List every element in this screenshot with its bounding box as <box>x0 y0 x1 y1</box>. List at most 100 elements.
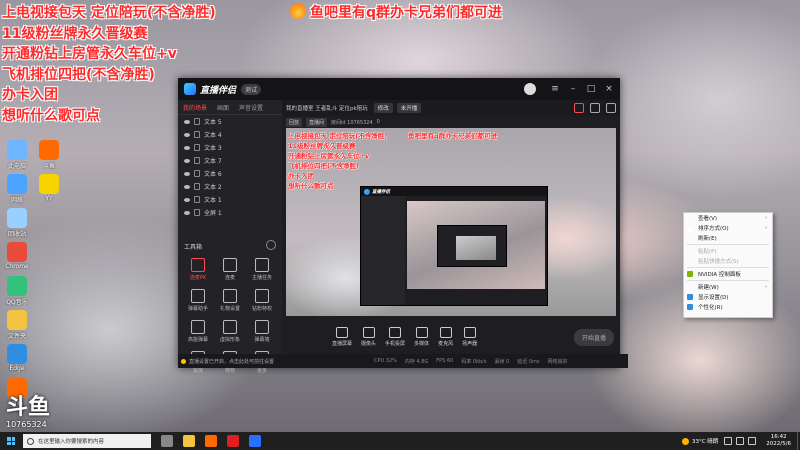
source-control[interactable]: 摄像头 <box>361 327 376 347</box>
source-control[interactable]: 直播屏幕 <box>332 327 352 347</box>
visibility-eye-icon[interactable] <box>184 210 190 215</box>
scene-item[interactable]: 文本 6 <box>178 167 282 180</box>
media-icon <box>415 327 428 338</box>
douyu-logo-badge: 斗鱼 10765324 <box>6 396 58 430</box>
douyu-icon[interactable] <box>205 435 217 447</box>
settings-notice-text: 直播设置已开启，点击此处可前往设置 <box>189 358 275 365</box>
visibility-eye-icon[interactable] <box>184 119 190 124</box>
lock-icon[interactable] <box>194 131 200 138</box>
stream-preview[interactable]: 上电视接包天 定位陪玩(不含净胜) 11级粉丝牌永久晋级赛 开通粉钻上房管永久车位+… <box>286 128 616 316</box>
scene-item[interactable]: 文本 2 <box>178 180 282 193</box>
context-menu-item[interactable]: 排序方式(O) › <box>684 223 772 233</box>
task-view-icon[interactable] <box>161 435 173 447</box>
source-control[interactable]: 多媒体 <box>414 327 429 347</box>
edit-title-button[interactable]: 修改 <box>373 103 393 113</box>
lock-icon[interactable] <box>194 144 200 151</box>
scene-item[interactable]: 文本 3 <box>178 141 282 154</box>
desktop-icon[interactable]: Edge <box>2 344 32 372</box>
network-icon[interactable] <box>736 437 745 445</box>
visibility-eye-icon[interactable] <box>184 184 190 189</box>
app-titlebar[interactable]: 直播伴侣 测试 ≡ – □ × <box>178 78 620 100</box>
taskbar-search[interactable]: 在这里输入你要搜索的内容 <box>23 434 151 448</box>
notification-icon[interactable] <box>574 103 584 113</box>
volume-icon[interactable] <box>748 437 757 445</box>
weather-icon[interactable] <box>681 437 689 445</box>
context-menu-item[interactable]: 查看(V) › <box>684 213 772 223</box>
scene-item[interactable]: 文本 4 <box>178 128 282 141</box>
toolbox-tool[interactable]: 连麦PK <box>182 258 214 281</box>
scene-tab[interactable]: 我的场景 <box>178 103 212 112</box>
toolbox-tool[interactable]: 弹幕墙 <box>246 320 278 343</box>
close-icon[interactable]: × <box>604 84 614 94</box>
lock-icon[interactable] <box>194 196 200 203</box>
toolbox-tool[interactable]: 钻粉特权 <box>246 289 278 312</box>
room-button[interactable]: 直播间 <box>306 117 328 127</box>
desktop-icon[interactable]: 文件夹 <box>2 310 32 340</box>
gift-icon[interactable] <box>590 103 600 113</box>
source-control[interactable]: 扬声器 <box>462 327 477 347</box>
toolbox-tool[interactable]: 连麦 <box>214 258 246 281</box>
app-name: 直播伴侣 <box>200 85 237 96</box>
desktop-icon[interactable]: QQ音乐 <box>2 276 32 306</box>
scene-item-label: 文本 5 <box>204 119 222 126</box>
context-menu-item[interactable]: 刷新(E) <box>684 233 772 243</box>
desktop-icon[interactable]: Chrome <box>2 242 32 270</box>
user-avatar[interactable] <box>524 83 536 95</box>
windows-start-icon[interactable] <box>7 437 15 445</box>
toolbox-tool[interactable]: 高能弹幕 <box>182 320 214 343</box>
settings-notice[interactable]: 直播设置已开启，点击此处可前往设置 <box>178 354 288 368</box>
lock-icon[interactable] <box>194 183 200 190</box>
clock[interactable]: 16:42 2022/5/6 <box>766 434 791 448</box>
scene-item[interactable]: 文本 5 <box>178 115 282 128</box>
context-menu-item[interactable]: NVIDIA 控制面板 <box>684 269 772 279</box>
toolbox-more-icon[interactable] <box>266 240 276 250</box>
status-item: CPU 32% <box>374 358 397 364</box>
toolbox-tool[interactable]: 虚拟形象 <box>214 320 246 343</box>
weather-text[interactable]: 33°C 晴朗 <box>692 437 718 445</box>
source-control[interactable]: 麦克风 <box>438 327 453 347</box>
scene-tab[interactable]: 声音设置 <box>234 103 268 112</box>
visibility-eye-icon[interactable] <box>184 145 190 150</box>
chevron-right-icon: › <box>765 215 767 221</box>
tray-arrow-icon[interactable] <box>724 437 733 445</box>
lock-icon[interactable] <box>194 118 200 125</box>
replay-button[interactable]: 回放 <box>286 117 303 127</box>
desktop-icon[interactable]: 斗鱼 <box>34 140 64 170</box>
live-companion-icon[interactable] <box>249 435 261 447</box>
share-icon[interactable] <box>606 103 616 113</box>
scene-tab[interactable]: 画面 <box>212 103 234 112</box>
scene-item[interactable]: 文本 1 <box>178 193 282 206</box>
lock-icon[interactable] <box>194 157 200 164</box>
chevron-right-icon: › <box>765 284 767 290</box>
context-menu-item[interactable]: 新建(W) › <box>684 282 772 292</box>
toolbox-tool[interactable]: 主播任务 <box>246 258 278 281</box>
source-control[interactable]: 手机投屏 <box>385 327 405 347</box>
visibility-eye-icon[interactable] <box>184 158 190 163</box>
lock-icon[interactable] <box>194 170 200 177</box>
context-menu-item[interactable]: 显示设置(D) <box>684 292 772 302</box>
desktop-icon[interactable]: 回收站 <box>2 208 32 238</box>
live-status-button[interactable]: 未开播 <box>396 103 422 113</box>
toolbox-tool[interactable]: 礼物设置 <box>214 289 246 312</box>
scene-item[interactable]: 全屏 1 <box>178 206 282 219</box>
minimize-icon[interactable]: – <box>568 84 578 94</box>
maximize-icon[interactable]: □ <box>586 84 596 94</box>
desktop-icon[interactable]: 网络 <box>2 174 32 204</box>
visibility-eye-icon[interactable] <box>184 132 190 137</box>
desktop-icon[interactable]: YY <box>34 174 64 202</box>
netease-music-icon[interactable] <box>227 435 239 447</box>
nested-scene-panel <box>361 196 405 305</box>
nested-preview <box>407 201 545 289</box>
tool-label: 更多 <box>256 368 267 374</box>
visibility-eye-icon[interactable] <box>184 197 190 202</box>
explorer-icon[interactable] <box>183 435 195 447</box>
desktop-icon[interactable]: 此电脑 <box>2 140 32 170</box>
context-menu-item[interactable]: 个性化(R) <box>684 302 772 312</box>
nested-nested-window <box>437 225 507 267</box>
toolbox-tool[interactable]: 弹幕助手 <box>182 289 214 312</box>
visibility-eye-icon[interactable] <box>184 171 190 176</box>
scene-item[interactable]: 文本 7 <box>178 154 282 167</box>
menu-icon[interactable]: ≡ <box>550 84 560 94</box>
start-live-button[interactable]: 开始直播 <box>573 328 614 346</box>
lock-icon[interactable] <box>194 209 200 216</box>
